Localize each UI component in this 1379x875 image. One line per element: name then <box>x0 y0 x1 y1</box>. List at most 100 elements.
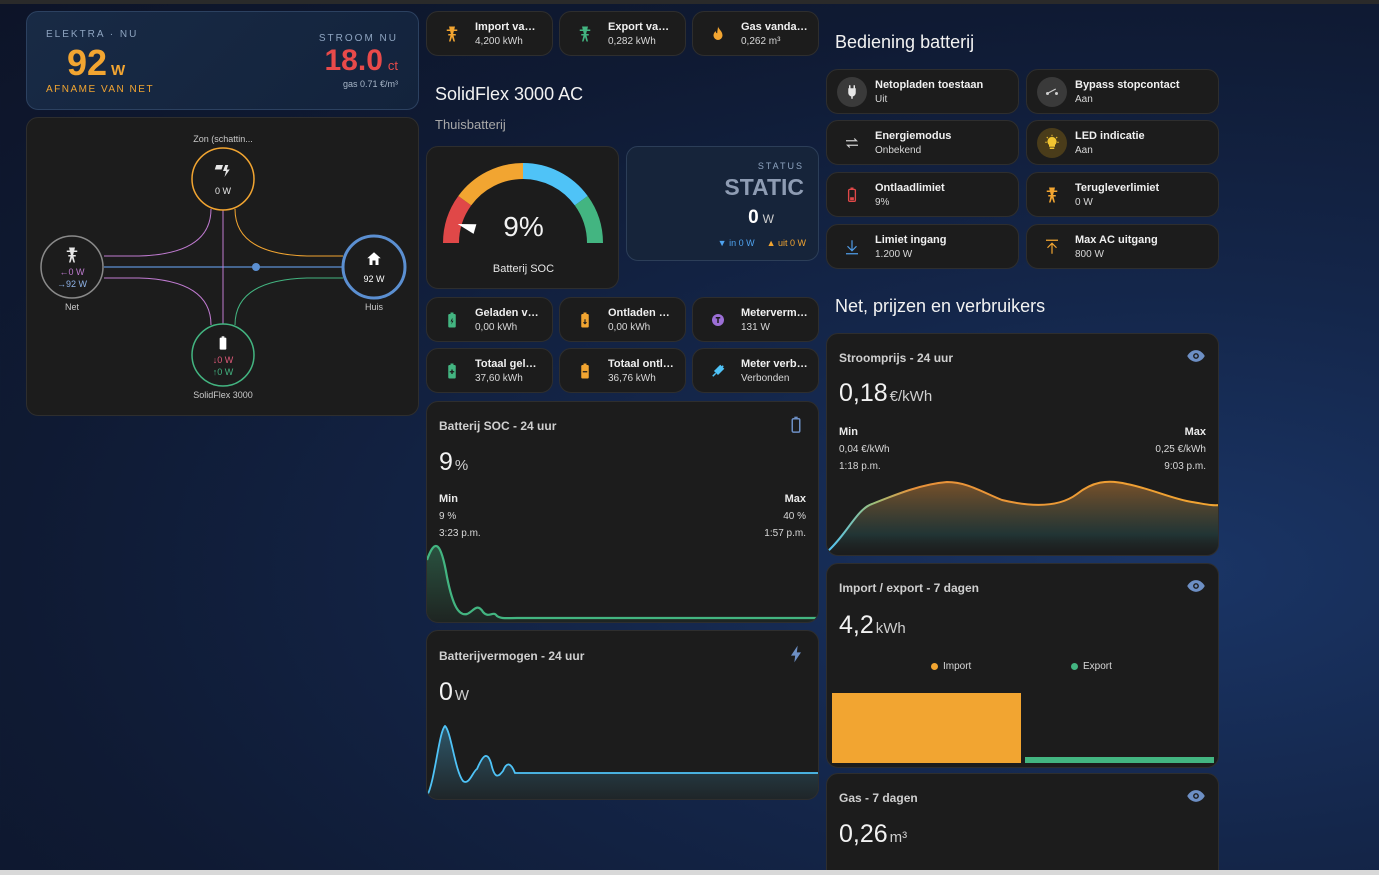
battery-plus-icon <box>437 356 467 386</box>
grid-node-label: Net <box>64 302 79 312</box>
tile-state: 800 W <box>1075 248 1104 260</box>
power-flow-card[interactable]: Zon (schattin... 0 W ←0 W →92 W Net 92 W… <box>26 117 419 416</box>
feed-in-limit-tile[interactable]: Terugleverlimiet 0 W <box>1026 172 1219 217</box>
tile-state: 0,00 kWh <box>475 321 518 333</box>
soc-sparkline <box>427 545 818 622</box>
led-indicator-tile[interactable]: LED indicatie Aan <box>1026 120 1219 165</box>
battery-in-value: ↓0 W <box>212 355 234 365</box>
battery-section-title: SolidFlex 3000 AC <box>435 84 584 104</box>
battery-low-icon <box>837 180 867 210</box>
total-charged-tile[interactable]: Totaal gelad... 37,60 kWh <box>426 348 553 393</box>
battery-node-label: SolidFlex 3000 <box>193 390 253 400</box>
export-bar <box>1025 757 1214 763</box>
meter-connection-tile[interactable]: Meter verbo... Verbonden <box>692 348 819 393</box>
discharged-today-tile[interactable]: Ontladen va... 0,00 kWh <box>559 297 686 342</box>
solar-node-value: 0 W <box>214 186 231 196</box>
meter-icon <box>703 305 733 335</box>
max-ac-output-tile[interactable]: Max AC uitgang 800 W <box>1026 224 1219 269</box>
switch-icon <box>1037 76 1067 107</box>
battery-node[interactable]: ↓0 W ↑0 W <box>192 324 254 386</box>
gas-history-card[interactable]: Gas - 7 dagen 0,26 m³ <box>826 773 1219 875</box>
status-power-unit: W <box>762 212 774 226</box>
bypass-socket-tile[interactable]: Bypass stopcontact Aan <box>1026 69 1219 114</box>
status-power: 0 W <box>748 207 774 229</box>
tile-state: Uit <box>875 93 888 105</box>
home-node-label: Huis <box>364 302 383 312</box>
grid-charging-tile[interactable]: Netopladen toestaan Uit <box>826 69 1019 114</box>
battery-power-history-card[interactable]: Batterijvermogen - 24 uur 0W <box>426 630 819 800</box>
tile-name: Netopladen toestaan <box>875 78 984 91</box>
eye-icon[interactable] <box>1186 786 1206 806</box>
tile-state: Verbonden <box>741 372 790 384</box>
tile-name: Metervermo... <box>741 306 808 319</box>
energy-mode-tile[interactable]: Energiemodus Onbekend <box>826 120 1019 165</box>
meter-power-tile[interactable]: Metervermo... 131 W <box>692 297 819 342</box>
solar-node-label: Zon (schattin... <box>193 134 253 144</box>
gas-graph-title: Gas - 7 dagen <box>839 791 918 805</box>
price-sparkline <box>827 480 1218 555</box>
import-export-title: Import / export - 7 dagen <box>839 581 980 595</box>
battery-minus-icon <box>570 356 600 386</box>
lightbulb-icon <box>1037 127 1067 158</box>
price-history-card[interactable]: Stroomprijs - 24 uur 0,18 €/kWh Min 0,04 … <box>826 333 1219 556</box>
tile-state: 0,262 m³ <box>741 35 781 47</box>
soc-gauge-card[interactable]: 9% Batterij SOC <box>426 146 619 289</box>
import-export-number: 4,2 <box>839 611 874 639</box>
flow-dot <box>252 263 260 271</box>
soc-gauge-value: 9% <box>503 211 544 242</box>
tile-name: Geladen van... <box>475 306 542 319</box>
import-today-tile[interactable]: Import vand... 4,200 kWh <box>426 11 553 56</box>
tile-name: LED indicatie <box>1075 129 1145 142</box>
power-unit: W <box>111 62 126 79</box>
charged-today-tile[interactable]: Geladen van... 0,00 kWh <box>426 297 553 342</box>
fire-icon <box>703 19 733 49</box>
tile-state: 0,282 kWh <box>608 35 656 47</box>
gas-price-text: gas 0.71 €/m³ <box>342 79 398 89</box>
soc-history-card[interactable]: Batterij SOC - 24 uur 9% Min 9 % 3:23 p.… <box>426 401 819 623</box>
legend-export-label: Export <box>1083 661 1112 672</box>
import-export-value: 4,2 kWh <box>839 611 906 640</box>
battery-charging-icon <box>437 305 467 335</box>
home-node[interactable]: 92 W <box>343 236 405 298</box>
status-in: ▼ in 0 W <box>717 238 755 248</box>
status-in-out: ▼ in 0 W ▲ uit 0 W <box>718 238 806 248</box>
energy-summary-card[interactable]: ELEKTRA · NU 92 W AFNAME VAN NET STROOM … <box>26 11 419 110</box>
legend-import[interactable]: Import <box>931 661 971 672</box>
transmission-tower-export-icon <box>570 19 600 49</box>
tile-name: Export vand... <box>608 20 675 33</box>
arrow-down-icon <box>837 232 867 262</box>
energy-left-caption: ELEKTRA · NU <box>46 29 139 40</box>
tile-state: Aan <box>1075 144 1093 156</box>
discharge-limit-tile[interactable]: Ontlaadlimiet 9% <box>826 172 1019 217</box>
legend-export[interactable]: Export <box>1071 661 1112 672</box>
gas-graph-value: 0,26 m³ <box>839 820 907 849</box>
tile-name: Limiet ingang <box>875 233 947 246</box>
gas-today-tile[interactable]: Gas vandaag 0,262 m³ <box>692 11 819 56</box>
battery-status-card[interactable]: STATUS STATIC 0 W ▼ in 0 W ▲ uit 0 W <box>626 146 819 261</box>
transmission-tower-icon <box>1037 180 1067 210</box>
import-export-card[interactable]: Import / export - 7 dagen 4,2 kWh Import … <box>826 563 1219 768</box>
tile-state: 1.200 W <box>875 248 913 260</box>
power-value: 92 <box>67 42 108 83</box>
status-out: ▲ uit 0 W <box>766 238 806 248</box>
tile-state: 37,60 kWh <box>475 372 523 384</box>
legend-export-swatch <box>1071 663 1078 670</box>
tile-name: Ontladen va... <box>608 306 675 319</box>
input-limit-tile[interactable]: Limiet ingang 1.200 W <box>826 224 1019 269</box>
grid-in-value: ←0 W <box>59 267 85 277</box>
total-discharged-tile[interactable]: Totaal ontla... 36,76 kWh <box>559 348 686 393</box>
swap-icon <box>837 128 867 158</box>
legend-import-swatch <box>931 663 938 670</box>
power-sparkline <box>427 724 818 799</box>
price-readout: 18.0 ct <box>324 44 398 78</box>
export-today-tile[interactable]: Export vand... 0,282 kWh <box>559 11 686 56</box>
home-icon <box>367 252 381 265</box>
tile-state: 0 W <box>1075 196 1093 208</box>
eye-icon[interactable] <box>1186 576 1206 596</box>
grid-node[interactable]: ←0 W →92 W <box>41 236 103 298</box>
solar-node[interactable]: 0 W <box>192 148 254 210</box>
status-power-value: 0 <box>748 207 759 228</box>
transmission-tower-import-icon <box>437 19 467 49</box>
tile-state: 4,200 kWh <box>475 35 523 47</box>
tile-name: Bypass stopcontact <box>1075 78 1180 91</box>
